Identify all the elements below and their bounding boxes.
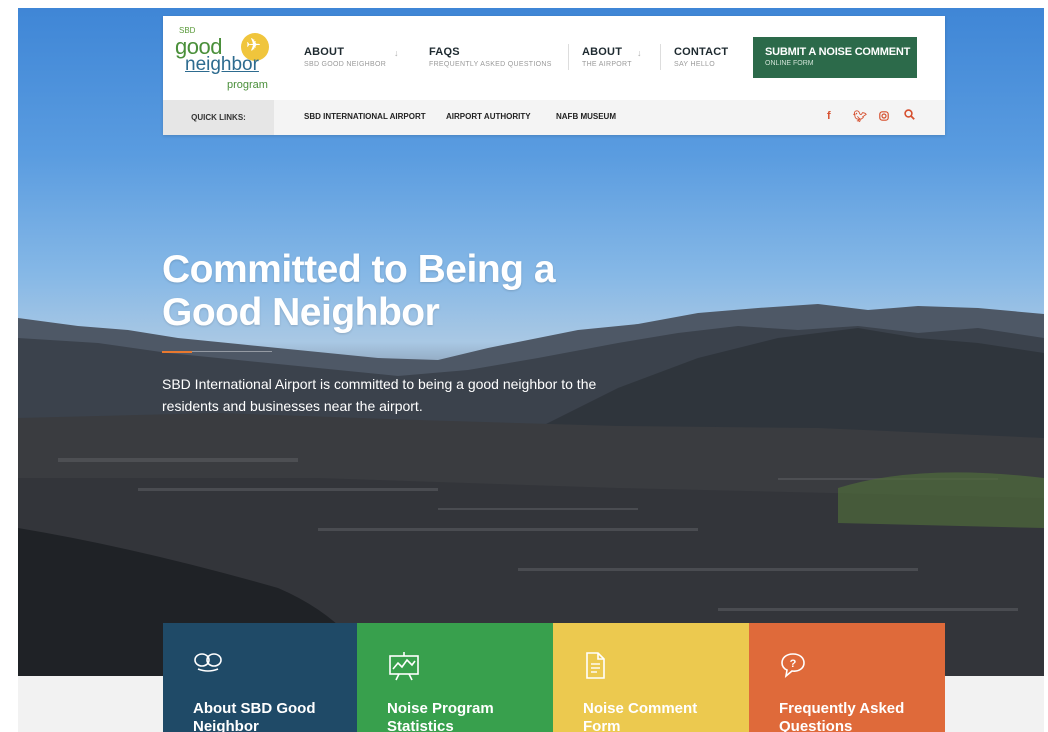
nav-title: ABOUT	[582, 46, 623, 58]
quick-link-airport-authority[interactable]: AIRPORT AUTHORITY	[446, 112, 531, 121]
quick-links-label: QUICK LINKS:	[163, 100, 274, 135]
logo-airplane-icon: ✈	[246, 35, 262, 55]
site-header: ✈ SBD good neighbor program ABOUT SBD GO…	[163, 16, 945, 135]
tile-noise-comment-form[interactable]: Noise Comment Form	[553, 623, 749, 732]
dropdown-arrow-icon[interactable]: ↓	[394, 48, 399, 58]
nav-subtitle: SBD GOOD NEIGHBOR	[304, 61, 387, 68]
svg-text:?: ?	[790, 658, 797, 670]
quick-links-bar: QUICK LINKS: SBD INTERNATIONAL AIRPORT A…	[163, 100, 945, 135]
document-icon	[583, 651, 607, 687]
hero-accent-rule	[162, 351, 192, 353]
search-icon[interactable]	[904, 109, 915, 123]
nav-faqs[interactable]: FAQS FREQUENTLY ASKED QUESTIONS	[429, 46, 552, 68]
nav-subtitle: FREQUENTLY ASKED QUESTIONS	[429, 61, 552, 68]
nav-title: CONTACT	[674, 46, 729, 58]
nav-about-good-neighbor[interactable]: ABOUT SBD GOOD NEIGHBOR	[304, 46, 386, 68]
cta-subtitle: ONLINE FORM	[765, 60, 814, 67]
nav-divider	[660, 44, 661, 70]
tile-label: Noise Comment Form	[583, 700, 698, 732]
facebook-icon[interactable]: f	[827, 110, 831, 122]
chart-board-icon	[387, 651, 421, 687]
dropdown-arrow-icon[interactable]: ↓	[637, 48, 642, 58]
logo-neighbor-text: neighbor	[185, 54, 259, 75]
tile-about-good-neighbor[interactable]: About SBD Good Neighbor	[163, 623, 359, 732]
tile-label: About SBD Good Neighbor	[193, 700, 316, 732]
quick-link-sbd-airport[interactable]: SBD INTERNATIONAL AIRPORT	[304, 112, 426, 121]
tile-faqs[interactable]: ? Frequently Asked Questions	[749, 623, 945, 732]
quick-link-nafb-museum[interactable]: NAFB MUSEUM	[556, 112, 616, 121]
nav-contact[interactable]: CONTACT SAY HELLO	[674, 46, 728, 68]
nav-divider	[568, 44, 569, 70]
submit-noise-comment-button[interactable]: SUBMIT A NOISE COMMENT ONLINE FORM	[753, 37, 917, 78]
nav-subtitle: SAY HELLO	[674, 61, 715, 68]
hero-rule-line	[192, 351, 272, 352]
hero-description: SBD International Airport is committed t…	[162, 376, 597, 414]
site-logo[interactable]: ✈ SBD good neighbor program	[173, 24, 273, 96]
question-bubble-icon: ?	[779, 651, 809, 685]
hero-title: Committed to Being a Good Neighbor	[162, 248, 556, 334]
cta-title: SUBMIT A NOISE COMMENT	[765, 46, 911, 58]
twitter-icon[interactable]: 🐦︎	[853, 110, 867, 123]
nav-subtitle: THE AIRPORT	[582, 61, 632, 68]
logo-program-text: program	[227, 79, 268, 91]
tile-noise-statistics[interactable]: Noise Program Statistics	[357, 623, 553, 732]
tile-label: Frequently Asked Questions	[779, 700, 905, 732]
eyes-icon	[193, 651, 223, 679]
nav-title: FAQS	[429, 46, 460, 58]
nav-about-airport[interactable]: ABOUT THE AIRPORT	[582, 46, 632, 68]
instagram-icon[interactable]	[879, 111, 889, 124]
tile-label: Noise Program Statistics	[387, 700, 494, 732]
nav-title: ABOUT	[304, 46, 345, 58]
